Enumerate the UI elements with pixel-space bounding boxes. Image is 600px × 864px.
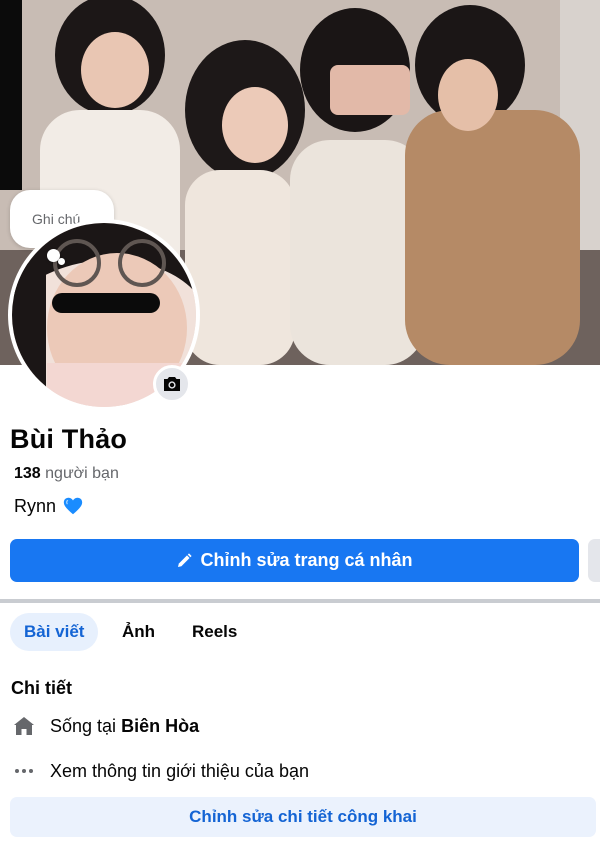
note-bubble-dot-small: [58, 258, 65, 265]
tab-photos-label: Ảnh: [122, 622, 156, 641]
blue-heart-icon: [63, 497, 83, 515]
friend-count-number: 138: [14, 465, 41, 482]
tab-posts-label: Bài viết: [24, 622, 85, 641]
details-title: Chi tiết: [11, 678, 72, 698]
edit-public-details-button[interactable]: Chỉnh sửa chi tiết công khai: [10, 797, 596, 837]
pencil-icon: [178, 552, 193, 567]
edit-profile-label: Chỉnh sửa trang cá nhân: [200, 550, 413, 570]
tab-reels[interactable]: Reels: [192, 613, 237, 651]
friend-count-label: người bạn: [45, 465, 119, 482]
camera-icon[interactable]: [153, 365, 191, 403]
edit-public-details-label: Chỉnh sửa chi tiết công khai: [189, 807, 417, 826]
home-icon: [12, 714, 36, 738]
more-dots-icon: [12, 759, 36, 783]
profile-bio: Rynn: [14, 495, 84, 517]
intro-text: Xem thông tin giới thiệu của bạn: [50, 760, 309, 781]
profile-name: Bùi Thảo: [10, 424, 128, 454]
cover-edge-shadow: [0, 0, 22, 190]
tab-photos[interactable]: Ảnh: [122, 613, 155, 651]
tab-posts[interactable]: Bài viết: [10, 613, 99, 651]
more-options-button[interactable]: [588, 539, 600, 582]
section-divider: [0, 599, 600, 603]
detail-see-intro[interactable]: Xem thông tin giới thiệu của bạn: [12, 759, 309, 783]
lives-city[interactable]: Biên Hòa: [121, 716, 199, 736]
edit-profile-button[interactable]: Chỉnh sửa trang cá nhân: [10, 539, 579, 582]
detail-lives-in: Sống tại Biên Hòa: [12, 714, 199, 738]
lives-prefix: Sống tại: [50, 715, 117, 736]
friend-count[interactable]: 138 người bạn: [14, 465, 119, 483]
bio-text: Rynn: [14, 495, 57, 516]
tab-reels-label: Reels: [192, 622, 238, 641]
